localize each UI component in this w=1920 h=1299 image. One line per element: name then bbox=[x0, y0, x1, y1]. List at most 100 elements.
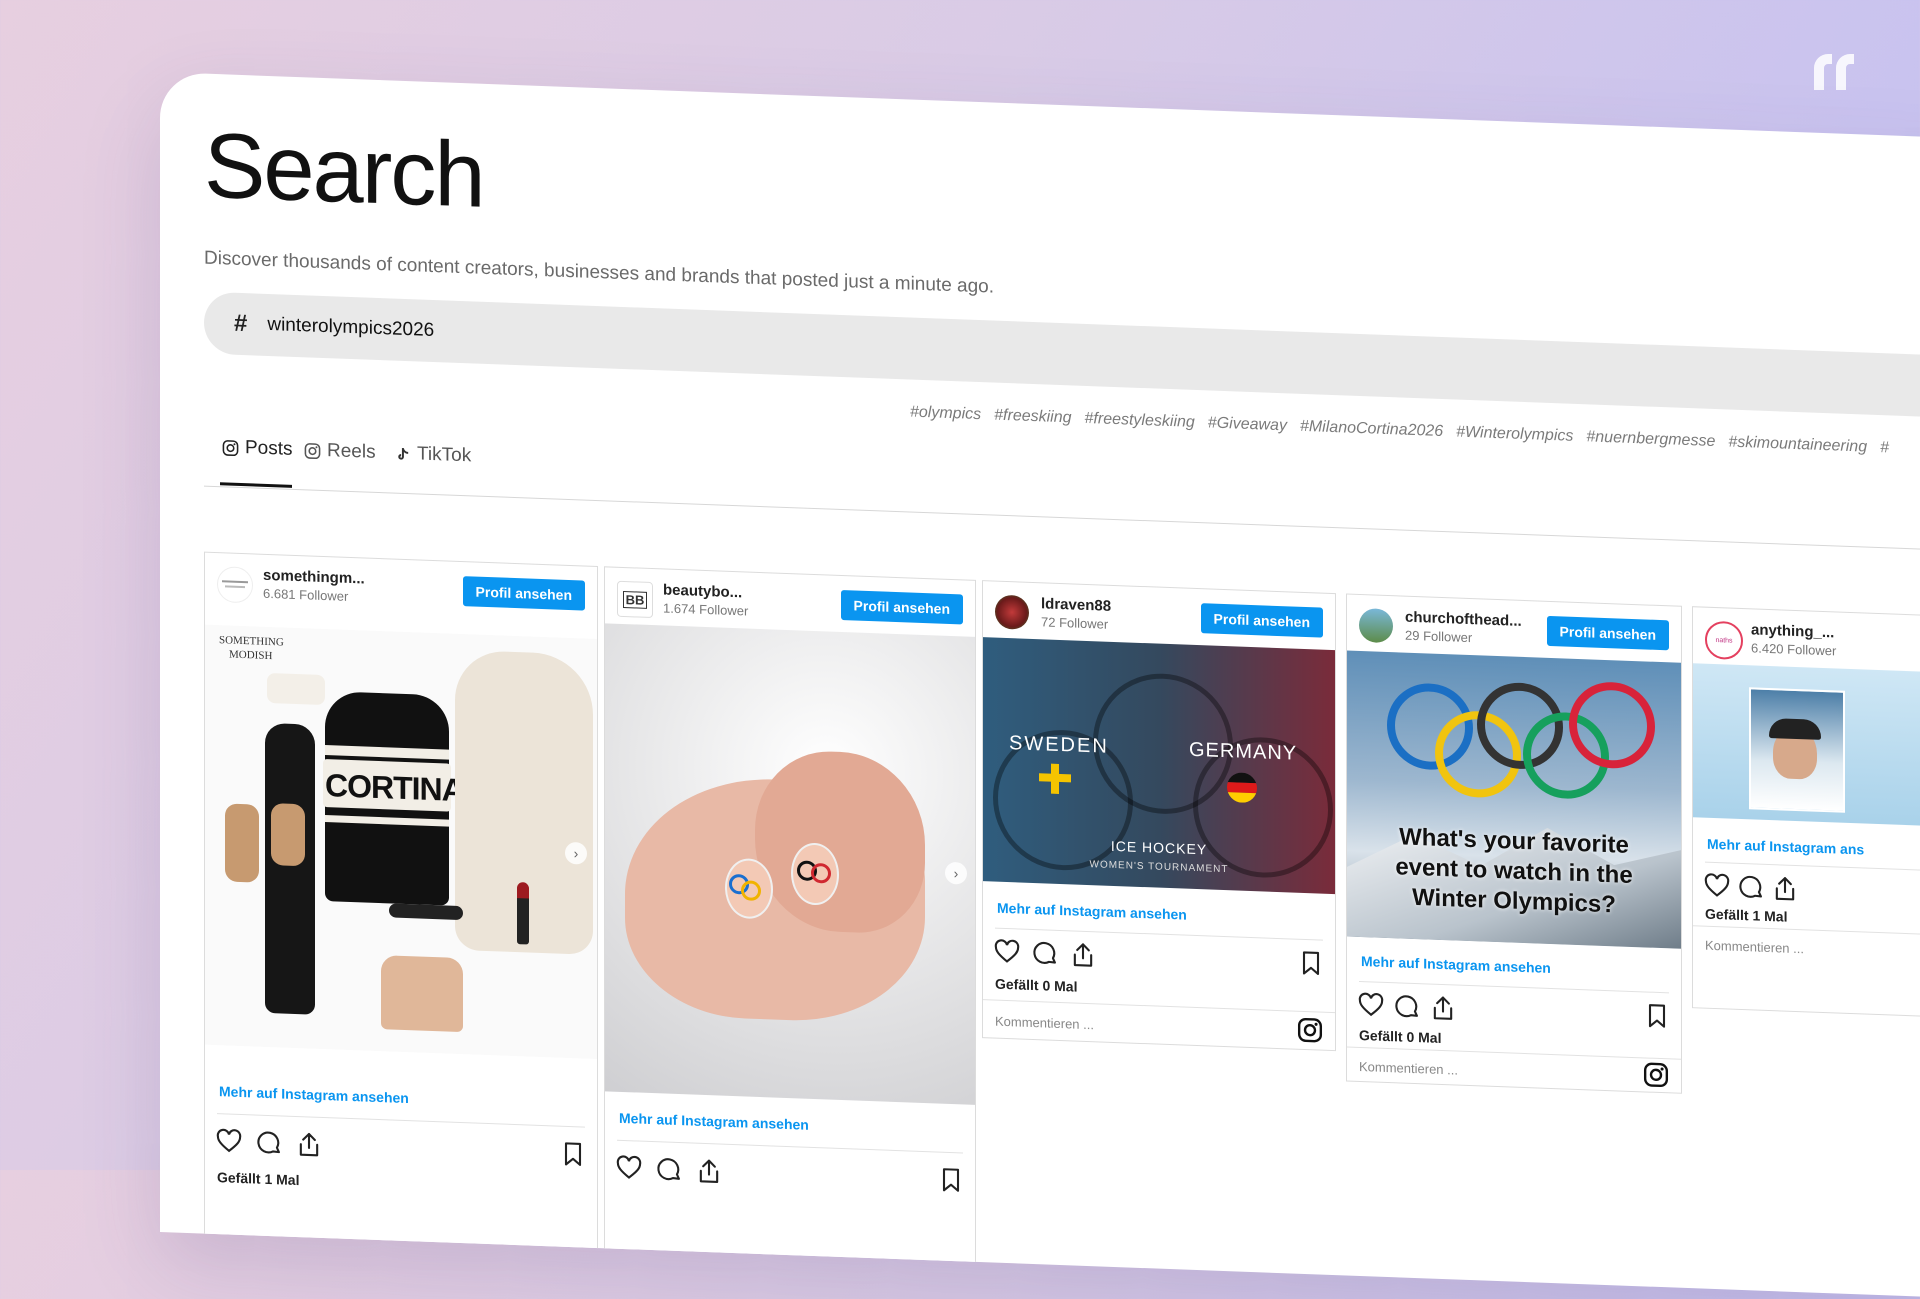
divider bbox=[217, 1113, 585, 1128]
post-username[interactable]: churchofthead... bbox=[1405, 609, 1522, 630]
post-image[interactable]: › bbox=[605, 623, 975, 1105]
more-on-instagram-link[interactable]: Mehr auf Instagram ansehen bbox=[1361, 953, 1551, 976]
comment-icon[interactable] bbox=[1031, 939, 1059, 968]
post-username[interactable]: beautybo... bbox=[663, 581, 742, 601]
share-icon[interactable] bbox=[1771, 874, 1799, 903]
heart-icon[interactable] bbox=[993, 938, 1021, 967]
instagram-icon bbox=[222, 439, 239, 456]
heart-icon[interactable] bbox=[215, 1127, 243, 1156]
comment-input[interactable]: Kommentieren ... bbox=[1705, 938, 1804, 957]
tab-label: Posts bbox=[245, 437, 293, 460]
view-profile-button[interactable]: Profil ansehen bbox=[840, 589, 963, 625]
avatar[interactable] bbox=[1359, 607, 1393, 644]
instagram-icon[interactable] bbox=[1643, 1061, 1669, 1088]
post-actions bbox=[215, 1127, 587, 1171]
chevron-right-icon[interactable]: › bbox=[565, 841, 587, 865]
hashtag-suggestion[interactable]: #Winterolympics bbox=[1456, 424, 1573, 446]
avatar[interactable] bbox=[217, 566, 253, 604]
divider bbox=[983, 999, 1335, 1014]
search-bar[interactable]: # bbox=[204, 291, 1920, 421]
likes-count: Gefällt 1 Mal bbox=[217, 1169, 300, 1189]
hashtag-suggestion[interactable]: #MilanoCortina2026 bbox=[1300, 418, 1443, 441]
bookmark-icon[interactable] bbox=[559, 1140, 587, 1169]
avatar-text: BB bbox=[622, 590, 648, 609]
likes-count: Gefällt 1 Mal bbox=[1705, 905, 1788, 925]
likes-count: Gefällt 0 Mal bbox=[1359, 1026, 1442, 1046]
share-icon[interactable] bbox=[1069, 940, 1097, 969]
tab-label: Reels bbox=[327, 440, 376, 463]
view-profile-button[interactable]: Profil ansehen bbox=[1546, 615, 1669, 651]
active-tab-indicator bbox=[220, 482, 292, 488]
comment-icon[interactable] bbox=[255, 1128, 283, 1157]
hashtag-suggestion[interactable]: #Giveaway bbox=[1208, 414, 1287, 435]
comment-input[interactable]: Kommentieren ... bbox=[1359, 1059, 1458, 1078]
more-on-instagram-link[interactable]: Mehr auf Instagram ansehen bbox=[219, 1083, 409, 1106]
hashtag-suggestion[interactable]: #nuernbergmesse bbox=[1586, 428, 1715, 451]
post-image[interactable]: SOMETHING MODISH CORTINA › bbox=[205, 624, 597, 1060]
more-on-instagram-link[interactable]: Mehr auf Instagram ansehen bbox=[997, 900, 1187, 923]
page-title: Search bbox=[204, 114, 484, 227]
search-input[interactable] bbox=[265, 312, 970, 363]
divider bbox=[617, 1139, 963, 1154]
more-on-instagram-link[interactable]: Mehr auf Instagram ansehen bbox=[619, 1110, 809, 1133]
post-card: naths anything_... 6.420 Follower Mehr a… bbox=[1692, 606, 1920, 1020]
post-followers: 1.674 Follower bbox=[663, 600, 749, 619]
post-header: somethingm... 6.681 Follower Profil anse… bbox=[205, 553, 597, 623]
more-on-instagram-link[interactable]: Mehr auf Instagram ans bbox=[1707, 836, 1864, 858]
page-subtitle: Discover thousands of content creators, … bbox=[204, 247, 995, 298]
hashtag-suggestion[interactable]: #freestyleskiing bbox=[1085, 410, 1195, 432]
chevron-right-icon[interactable]: › bbox=[945, 861, 967, 885]
post-followers: 29 Follower bbox=[1405, 627, 1473, 646]
post-image[interactable] bbox=[1693, 663, 1920, 829]
bookmark-icon[interactable] bbox=[1297, 949, 1325, 978]
post-username[interactable]: somethingm... bbox=[263, 567, 365, 588]
divider bbox=[1705, 861, 1920, 874]
comment-input[interactable]: Kommentieren ... bbox=[995, 1014, 1094, 1033]
tab-reels[interactable]: Reels bbox=[304, 439, 376, 464]
divider bbox=[1359, 980, 1669, 994]
tab-tiktok[interactable]: TikTok bbox=[394, 443, 471, 468]
tab-posts[interactable]: Posts bbox=[222, 436, 293, 461]
likes-count: Gefällt 0 Mal bbox=[995, 975, 1078, 995]
post-card: somethingm... 6.681 Follower Profil anse… bbox=[204, 551, 598, 1269]
hashtag-suggestion[interactable]: # bbox=[1880, 439, 1889, 457]
post-followers: 6.420 Follower bbox=[1751, 640, 1837, 659]
post-actions bbox=[615, 1154, 965, 1197]
avatar[interactable]: naths bbox=[1705, 620, 1743, 661]
share-icon[interactable] bbox=[295, 1130, 323, 1159]
avatar[interactable] bbox=[995, 594, 1029, 630]
search-panel: Search Discover thousands of content cre… bbox=[160, 72, 1920, 1299]
comment-icon[interactable] bbox=[1737, 873, 1765, 902]
bookmark-icon[interactable] bbox=[1643, 1001, 1671, 1030]
post-followers: 72 Follower bbox=[1041, 614, 1109, 632]
post-card: churchofthead... 29 Follower Profil anse… bbox=[1346, 593, 1682, 1094]
divider bbox=[1347, 1046, 1681, 1060]
post-image[interactable]: SWEDEN GERMANY ICE HOCKEY WOMEN'S TOURNA… bbox=[983, 637, 1335, 895]
share-icon[interactable] bbox=[695, 1157, 723, 1186]
heart-icon[interactable] bbox=[1357, 991, 1385, 1020]
post-actions bbox=[1357, 991, 1671, 1033]
view-profile-button[interactable]: Profil ansehen bbox=[1200, 603, 1323, 638]
hashtag-suggestion[interactable]: #freeskiing bbox=[994, 407, 1071, 428]
post-card: ldraven88 72 Follower Profil ansehen SWE… bbox=[982, 580, 1336, 1052]
heart-icon[interactable] bbox=[1703, 872, 1731, 901]
tiktok-icon bbox=[398, 447, 409, 460]
avatar-text: naths bbox=[1715, 636, 1733, 645]
image-caption-text: GERMANY bbox=[1189, 738, 1298, 765]
hashtag-suggestions: #olympics #freeskiing #freestyleskiing #… bbox=[910, 404, 1889, 458]
instagram-icon[interactable] bbox=[1297, 1017, 1323, 1044]
hashtag-suggestion[interactable]: #skimountaineering bbox=[1728, 434, 1867, 457]
post-card: BB beautybo... 1.674 Follower Profil ans… bbox=[604, 566, 976, 1282]
heart-icon[interactable] bbox=[615, 1154, 643, 1183]
avatar[interactable]: BB bbox=[617, 580, 653, 619]
image-caption-text: MODISH bbox=[229, 648, 273, 663]
post-image[interactable]: What's your favorite event to watch in t… bbox=[1347, 650, 1681, 949]
comment-icon[interactable] bbox=[1393, 992, 1421, 1021]
post-username[interactable]: anything_... bbox=[1751, 621, 1834, 641]
hashtag-suggestion[interactable]: #olympics bbox=[910, 404, 981, 425]
image-caption-text: SWEDEN bbox=[1009, 732, 1109, 758]
instagram-icon bbox=[304, 442, 321, 459]
share-icon[interactable] bbox=[1429, 994, 1457, 1023]
post-username[interactable]: ldraven88 bbox=[1041, 595, 1111, 615]
view-profile-button[interactable]: Profil ansehen bbox=[462, 576, 585, 611]
